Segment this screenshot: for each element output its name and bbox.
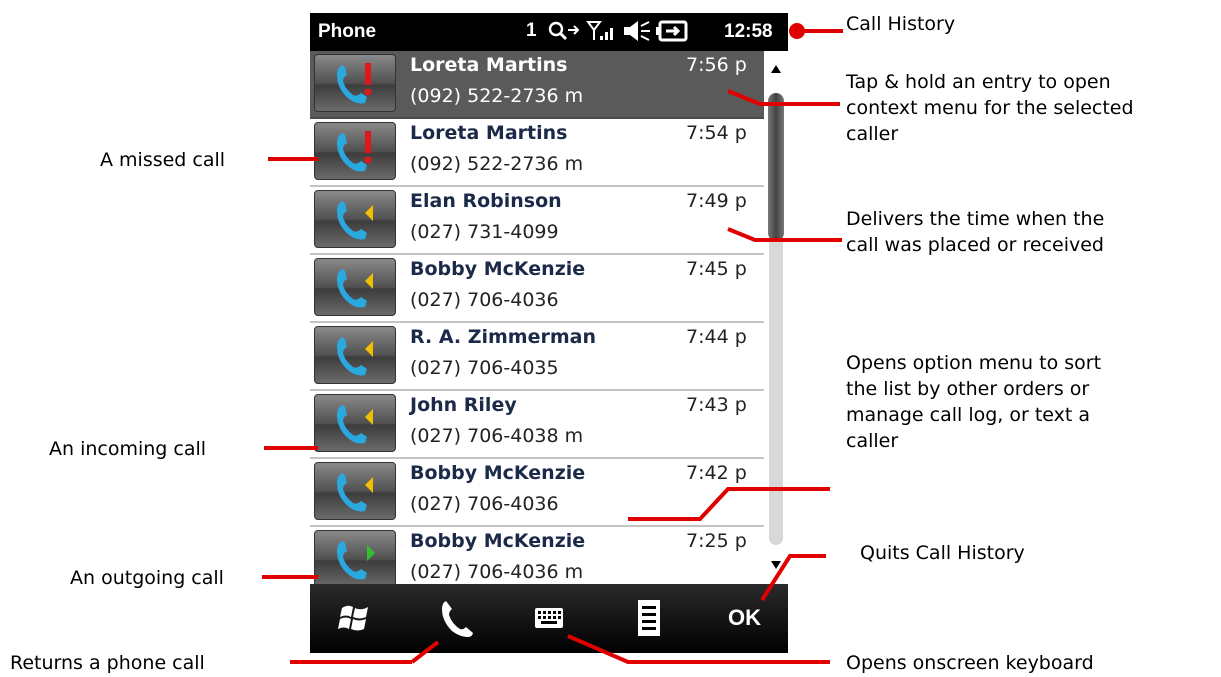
pointer-options	[628, 487, 830, 521]
pointer-dot-call-history	[789, 23, 805, 39]
pointer-delivers-time	[727, 227, 842, 242]
annotation-pointer-lines	[262, 23, 843, 664]
pointer-tap-hold	[727, 89, 840, 106]
pointer-returns	[410, 640, 440, 664]
pointer-keyboard	[567, 634, 830, 664]
pointer-quits	[760, 554, 826, 602]
